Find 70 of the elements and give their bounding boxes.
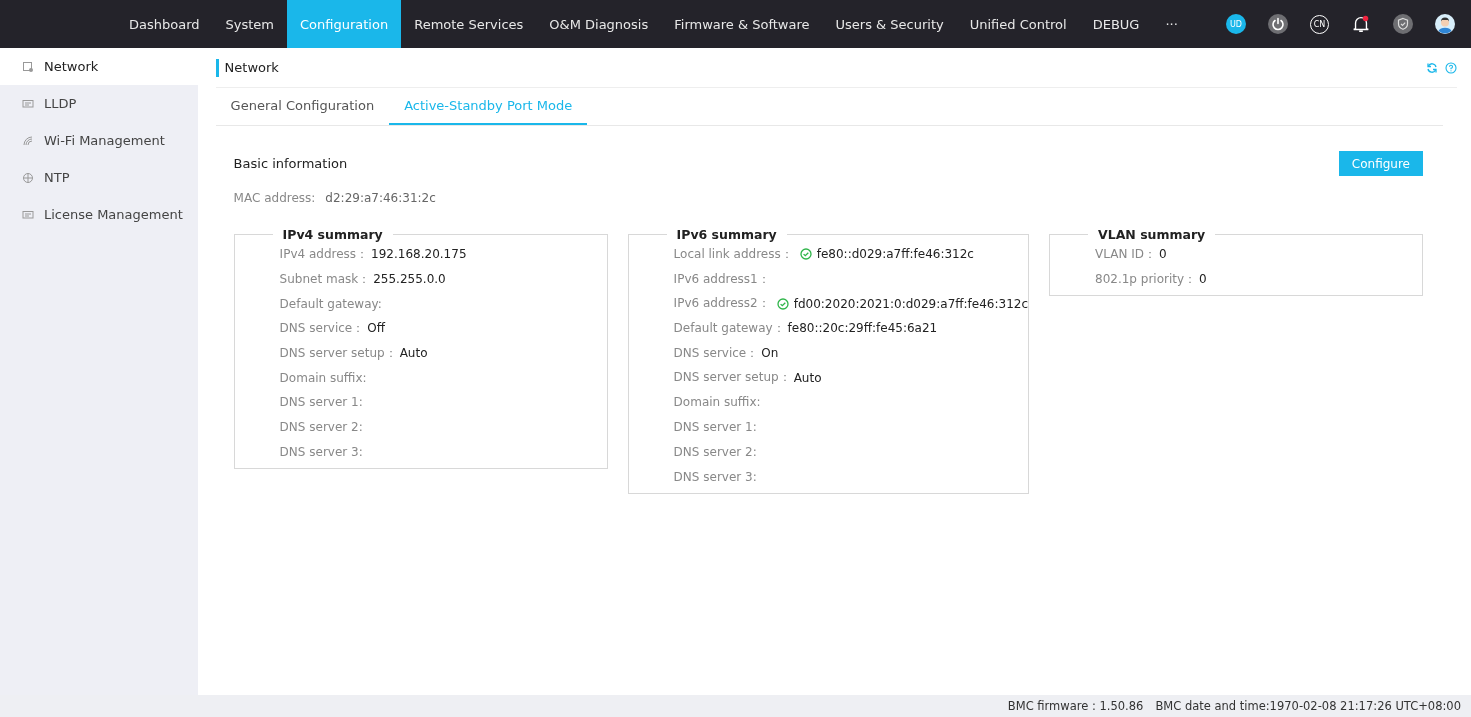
firmware-version: BMC firmware : 1.50.86 bbox=[1007, 699, 1144, 713]
field-value: fe80::20c:29ff:fe45:6a21 bbox=[787, 321, 938, 336]
field-label: Local link address： bbox=[673, 245, 793, 263]
field-value: Off bbox=[367, 321, 385, 336]
sidebar-label: NTP bbox=[44, 170, 70, 185]
signal-icon bbox=[22, 134, 34, 147]
panel-title: VLAN summary bbox=[1097, 227, 1207, 242]
sidebar-item[interactable]: NTP bbox=[0, 159, 198, 196]
field-label: DNS server 1: bbox=[673, 420, 757, 435]
nav-tab[interactable]: System bbox=[212, 0, 287, 48]
document-icon bbox=[22, 208, 34, 221]
field-label: Default gateway: bbox=[279, 296, 382, 311]
field-label: 802.1p priority： bbox=[1095, 270, 1197, 288]
shield-icon[interactable] bbox=[1393, 14, 1413, 34]
field-label: Default gateway： bbox=[673, 319, 785, 337]
field-value: 192.168.20.175 bbox=[371, 247, 467, 262]
nav-tab[interactable]: DEBUG bbox=[1079, 0, 1153, 48]
nav-tab[interactable]: Firmware & Software bbox=[661, 0, 823, 48]
field-label: Domain suffix: bbox=[673, 395, 761, 410]
sidebar-label: Wi-Fi Management bbox=[44, 133, 165, 148]
sidebar-item[interactable]: LLDP bbox=[0, 85, 198, 122]
section-title: Basic information bbox=[233, 156, 348, 171]
field-value: Auto bbox=[793, 370, 822, 385]
field-label: DNS service： bbox=[279, 319, 365, 337]
field-value: fe80::d029:a7ff:fe46:312c bbox=[816, 247, 974, 262]
field-label: Subnet mask： bbox=[279, 270, 371, 288]
page-title: Network bbox=[215, 58, 279, 77]
field-value: d2:29:a7:46:31:2c bbox=[325, 191, 436, 205]
document-icon bbox=[22, 97, 34, 110]
nav-tab[interactable]: Remote Services bbox=[401, 0, 537, 48]
field-label: DNS server 3: bbox=[279, 444, 363, 459]
field-label: Domain suffix: bbox=[279, 370, 367, 385]
globe-icon bbox=[22, 171, 34, 184]
field-label: IPv6 address2： bbox=[673, 295, 770, 313]
field-label: DNS server 3: bbox=[673, 469, 757, 484]
field-value: fd00:2020:2021:0:d029:a7ff:fe46:312c bbox=[793, 296, 1028, 311]
sidebar-item[interactable]: Network bbox=[0, 48, 198, 85]
sidebar-label: LLDP bbox=[44, 96, 77, 111]
nav-tab[interactable]: ··· bbox=[1152, 0, 1191, 48]
date-time: BMC date and time:1970-02-08 21:17:26 UTC+08:00 bbox=[1155, 699, 1461, 713]
avatar-icon[interactable] bbox=[1435, 14, 1455, 34]
tab[interactable]: General Configuration bbox=[215, 88, 390, 125]
nav-tab[interactable]: Users & Security bbox=[822, 0, 957, 48]
field-label: IPv6 address1： bbox=[673, 270, 770, 288]
sidebar-item[interactable]: Wi-Fi Management bbox=[0, 122, 198, 159]
field-label: DNS server setup： bbox=[279, 344, 397, 362]
nav-tab[interactable]: Unified Control bbox=[956, 0, 1080, 48]
sidebar-item[interactable]: License Management bbox=[0, 196, 198, 233]
field-value: Auto bbox=[399, 346, 428, 361]
panel-title: IPv4 summary bbox=[281, 227, 384, 242]
field-label: MAC address: bbox=[233, 191, 316, 205]
field-label: DNS service： bbox=[673, 344, 759, 362]
network-icon bbox=[22, 60, 34, 73]
panel-title: IPv6 summary bbox=[675, 227, 778, 242]
field-value: 255.255.0.0 bbox=[373, 272, 446, 287]
field-label: IPv4 address： bbox=[279, 245, 369, 263]
field-value: 0 bbox=[1158, 247, 1167, 262]
sidebar-label: Network bbox=[44, 59, 99, 74]
nav-tab[interactable]: Dashboard bbox=[116, 0, 213, 48]
field-label: DNS server 2: bbox=[279, 420, 363, 435]
sidebar-label: License Management bbox=[44, 207, 183, 222]
field-label: DNS server setup： bbox=[673, 369, 791, 387]
nav-tab[interactable]: O&M Diagnosis bbox=[536, 0, 662, 48]
power-icon[interactable] bbox=[1268, 14, 1288, 34]
field-label: VLAN ID： bbox=[1095, 245, 1156, 263]
field-label: DNS server 1: bbox=[279, 395, 363, 410]
field-label: DNS server 2: bbox=[673, 444, 757, 459]
field-value: On bbox=[761, 346, 779, 361]
bell-icon[interactable] bbox=[1351, 14, 1371, 34]
field-value: 0 bbox=[1199, 272, 1207, 287]
